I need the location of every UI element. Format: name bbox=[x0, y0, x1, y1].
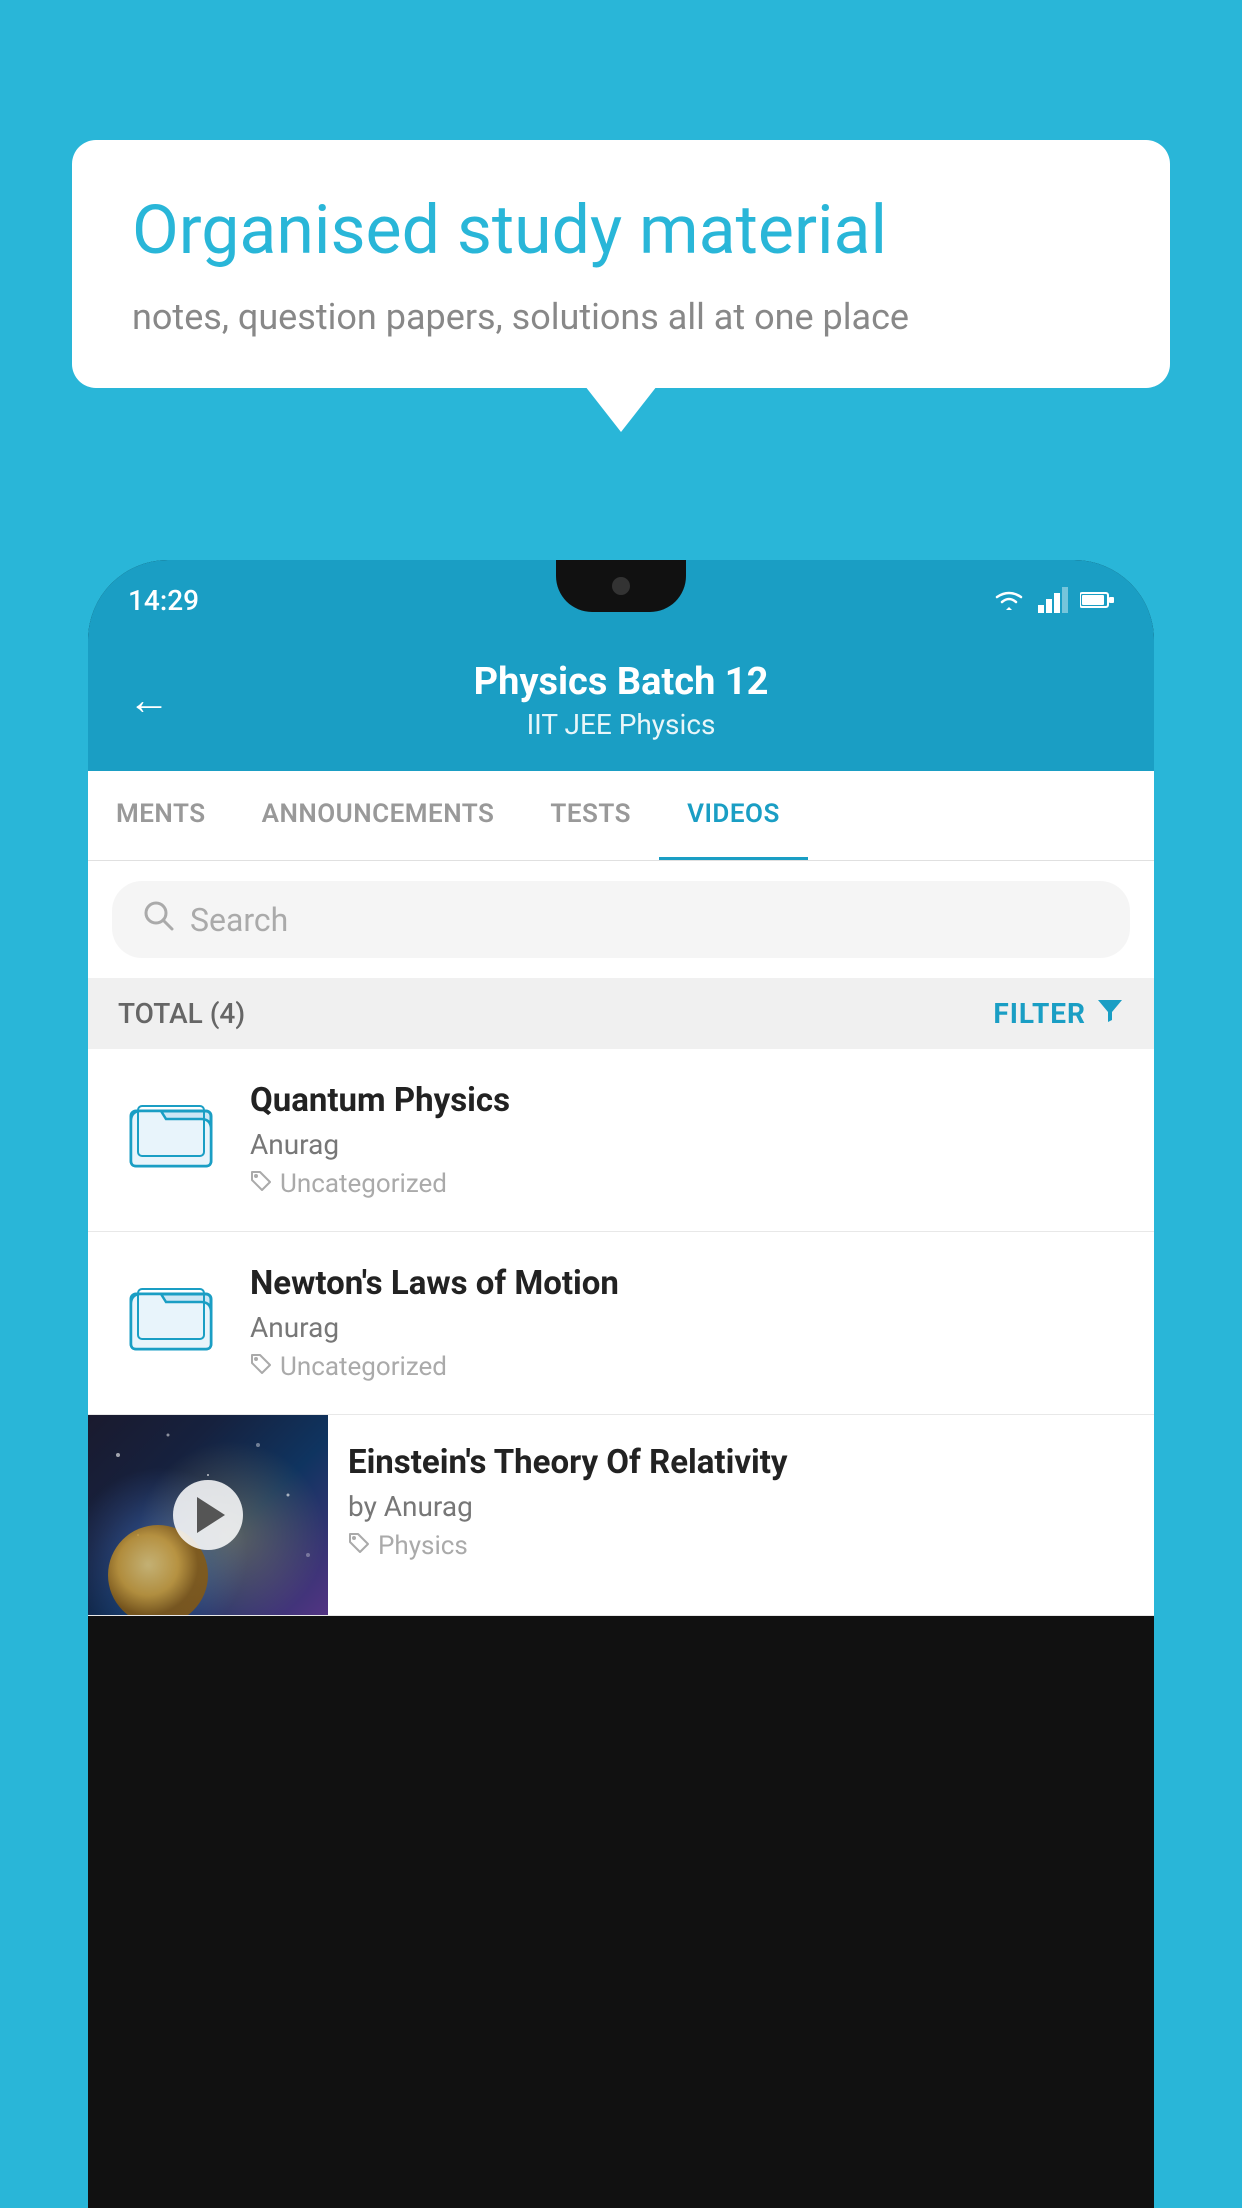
tabs-container: MENTS ANNOUNCEMENTS TESTS VIDEOS bbox=[88, 771, 1154, 861]
video-title: Quantum Physics bbox=[250, 1081, 1126, 1120]
tab-announcements[interactable]: ANNOUNCEMENTS bbox=[234, 771, 523, 860]
folder-thumbnail bbox=[116, 1081, 226, 1181]
video-info: Newton's Laws of Motion Anurag Uncategor… bbox=[250, 1264, 1126, 1382]
filter-funnel-icon bbox=[1096, 996, 1124, 1031]
status-bar: 14:29 bbox=[88, 560, 1154, 640]
filter-row: TOTAL (4) FILTER bbox=[88, 978, 1154, 1049]
search-bar[interactable]: Search bbox=[112, 881, 1130, 958]
video-title: Newton's Laws of Motion bbox=[250, 1264, 1126, 1303]
folder-thumbnail bbox=[116, 1264, 226, 1364]
speech-bubble-container: Organised study material notes, question… bbox=[72, 140, 1170, 388]
tab-tests[interactable]: TESTS bbox=[522, 771, 659, 860]
video-author: Anurag bbox=[250, 1311, 1126, 1344]
video-info: Einstein's Theory Of Relativity by Anura… bbox=[328, 1415, 1154, 1589]
signal-icon bbox=[1038, 587, 1068, 613]
filter-label: FILTER bbox=[993, 997, 1086, 1030]
tag-icon bbox=[250, 1352, 272, 1382]
video-author: Anurag bbox=[250, 1128, 1126, 1161]
battery-icon bbox=[1080, 591, 1114, 609]
video-info: Quantum Physics Anurag Uncategorized bbox=[250, 1081, 1126, 1199]
bubble-subtitle: notes, question papers, solutions all at… bbox=[132, 296, 1110, 338]
speech-bubble: Organised study material notes, question… bbox=[72, 140, 1170, 388]
play-triangle-icon bbox=[197, 1497, 225, 1533]
tag-icon bbox=[250, 1169, 272, 1199]
video-tag: Uncategorized bbox=[250, 1169, 1126, 1199]
video-tag: Uncategorized bbox=[250, 1352, 1126, 1382]
video-author: by Anurag bbox=[348, 1490, 1134, 1523]
header-title-area: Physics Batch 12 IIT JEE Physics bbox=[200, 660, 1042, 741]
search-container: Search bbox=[88, 861, 1154, 978]
notch bbox=[556, 560, 686, 612]
camera-dot bbox=[612, 577, 630, 595]
tag-icon bbox=[348, 1531, 370, 1561]
phone-content: Search TOTAL (4) FILTER bbox=[88, 861, 1154, 1616]
app-header: ← Physics Batch 12 IIT JEE Physics bbox=[88, 640, 1154, 771]
batch-subtitle: IIT JEE Physics bbox=[200, 708, 1042, 741]
phone-frame: 14:29 bbox=[88, 560, 1154, 2208]
video-thumbnail bbox=[88, 1415, 328, 1615]
status-time: 14:29 bbox=[128, 584, 199, 617]
total-count: TOTAL (4) bbox=[118, 997, 245, 1030]
status-icons bbox=[992, 587, 1114, 613]
video-title: Einstein's Theory Of Relativity bbox=[348, 1443, 1134, 1482]
list-item[interactable]: Quantum Physics Anurag Uncategorized bbox=[88, 1049, 1154, 1232]
bubble-title: Organised study material bbox=[132, 190, 1110, 272]
play-button[interactable] bbox=[173, 1480, 243, 1550]
folder-icon bbox=[126, 1086, 216, 1176]
tab-ments[interactable]: MENTS bbox=[88, 771, 234, 860]
wifi-icon bbox=[992, 587, 1026, 613]
search-icon bbox=[142, 899, 174, 940]
list-item[interactable]: Einstein's Theory Of Relativity by Anura… bbox=[88, 1415, 1154, 1616]
batch-title: Physics Batch 12 bbox=[200, 660, 1042, 704]
back-button[interactable]: ← bbox=[128, 676, 170, 725]
filter-button[interactable]: FILTER bbox=[993, 996, 1124, 1031]
list-item[interactable]: Newton's Laws of Motion Anurag Uncategor… bbox=[88, 1232, 1154, 1415]
tab-videos[interactable]: VIDEOS bbox=[659, 771, 808, 860]
search-placeholder: Search bbox=[190, 901, 288, 939]
folder-icon bbox=[126, 1269, 216, 1359]
video-list: Quantum Physics Anurag Uncategorized bbox=[88, 1049, 1154, 1616]
video-tag: Physics bbox=[348, 1531, 1134, 1561]
